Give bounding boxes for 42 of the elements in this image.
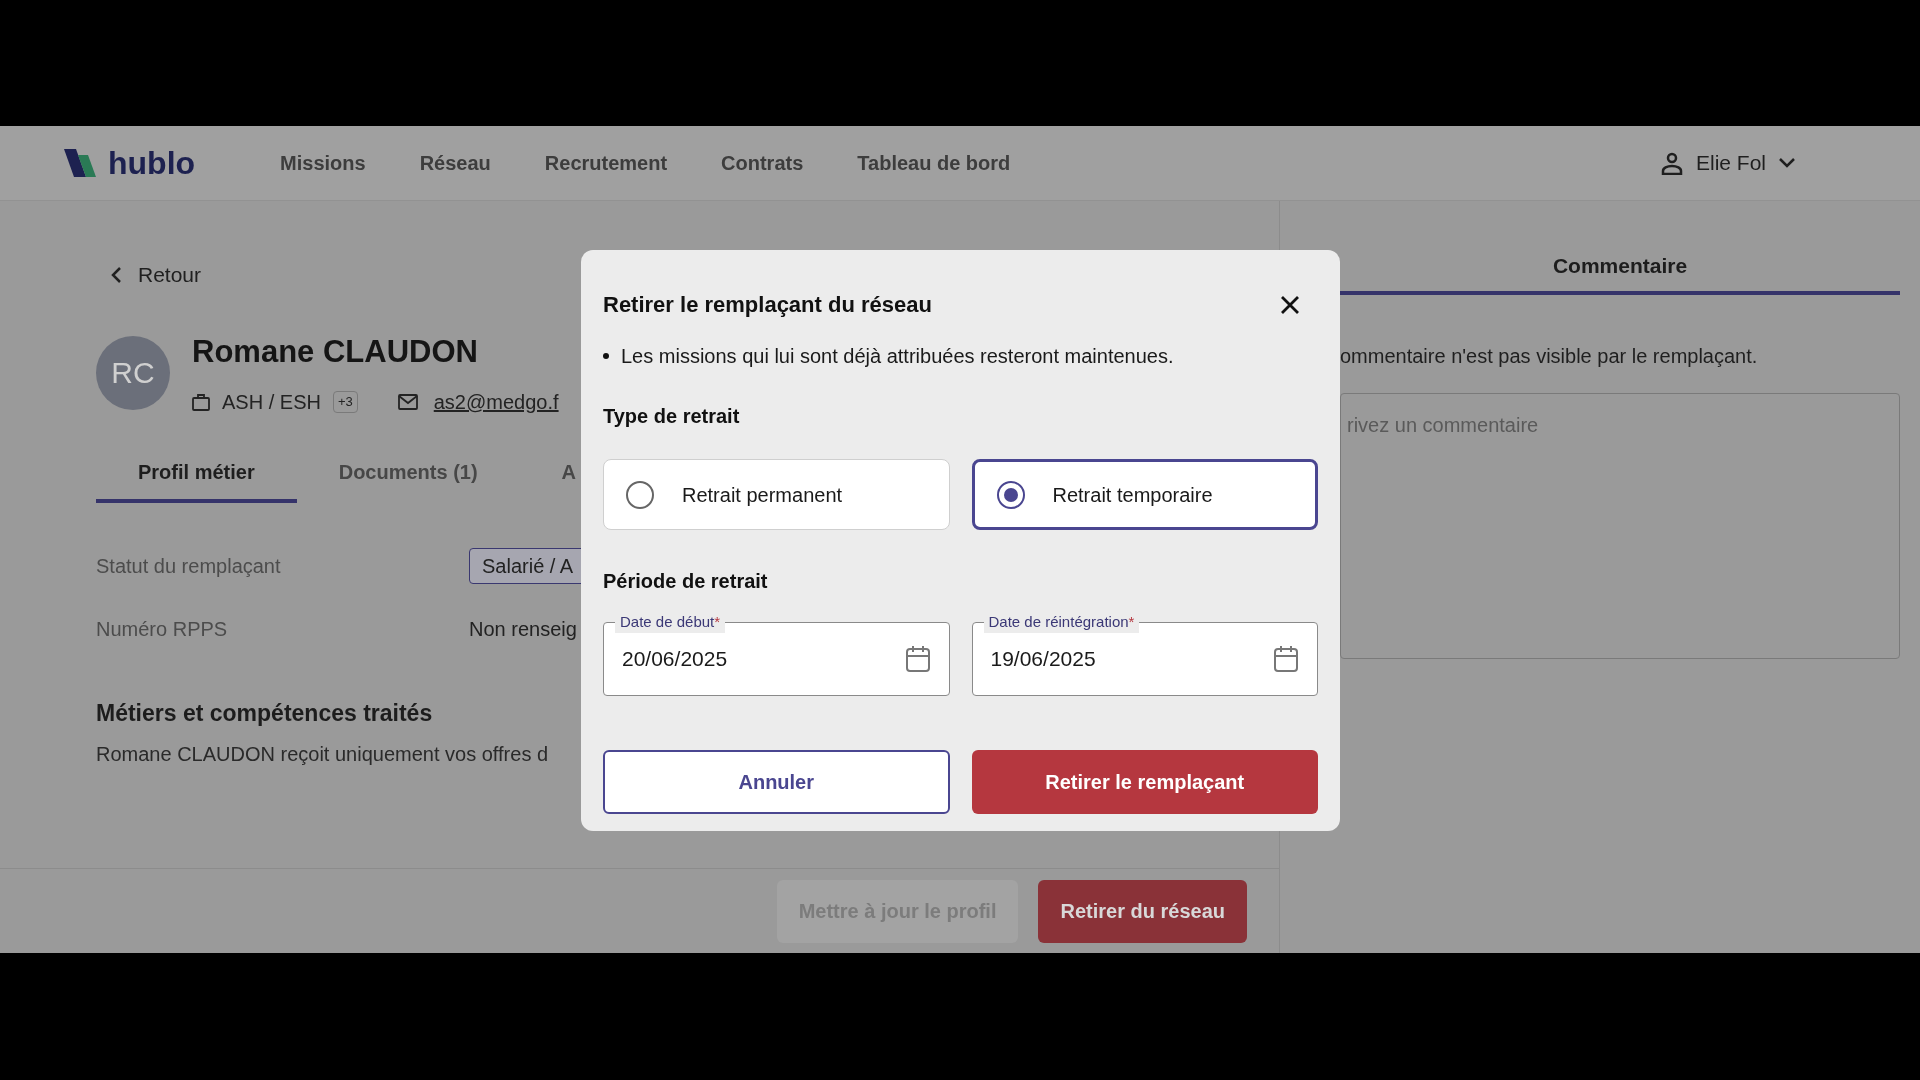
- radio-option[interactable]: Retrait temporaire: [971, 459, 1318, 530]
- comment-field[interactable]: rivez un commentaire: [1340, 393, 1900, 659]
- calendar-icon[interactable]: [1273, 645, 1299, 673]
- section-title: Métiers et compétences traités: [96, 699, 433, 728]
- back-link[interactable]: Retour: [110, 259, 1279, 291]
- type-label: Type de retrait: [603, 404, 741, 429]
- briefcase-icon: [192, 393, 210, 411]
- job-title: ASH / ESH: [222, 390, 321, 415]
- dialog-note: Les missions qui lui sont déjà attribuées resteront maintenues.: [621, 344, 1174, 369]
- profile-tab[interactable]: Profil métier: [96, 457, 297, 503]
- nav-link[interactable]: Recrutement: [544, 148, 668, 178]
- nav-link[interactable]: Réseau: [419, 148, 491, 178]
- dialog-title: Retirer le remplaçant du réseau: [603, 291, 932, 319]
- email-link[interactable]: as2@medgo.f: [433, 387, 559, 417]
- chevron-left-icon[interactable]: [110, 265, 122, 284]
- more-count: +3: [332, 391, 358, 413]
- nav-link[interactable]: Missions: [280, 148, 366, 178]
- profile-tab[interactable]: Documents (1): [296, 457, 520, 503]
- chevron-down-icon[interactable]: [1778, 157, 1796, 169]
- field-value: Non renseig: [469, 617, 577, 642]
- profile-name: Romane CLAUDON: [192, 332, 479, 371]
- comment-note: ommentaire n'est pas visible par le remplaçant.: [1340, 344, 1759, 369]
- radio-option[interactable]: Retrait permanent: [603, 459, 950, 530]
- comment-tab[interactable]: Commentaire: [1340, 241, 1900, 295]
- confirm-button[interactable]: Retirer le remplaçant: [971, 750, 1318, 814]
- date-value: 19/06/2025: [990, 646, 1096, 673]
- user-icon: [1659, 151, 1684, 175]
- field-label: Statut du remplaçant: [96, 554, 282, 579]
- period-label: Période de retrait: [603, 569, 769, 594]
- close-icon[interactable]: [1280, 294, 1300, 315]
- section-text: Romane CLAUDON reçoit uniquement vos offres d: [96, 741, 549, 767]
- user-name[interactable]: Elie Fol: [1695, 147, 1766, 179]
- date-value: 20/06/2025: [622, 646, 728, 673]
- cancel-button[interactable]: Annuler: [603, 750, 950, 814]
- calendar-icon[interactable]: [904, 645, 931, 673]
- field-label: Numéro RPPS: [96, 617, 229, 642]
- avatar: RC: [96, 335, 170, 410]
- logo-text: hublo: [108, 147, 196, 179]
- nav-link[interactable]: Contrats: [721, 148, 804, 178]
- nav-link[interactable]: Tableau de bord: [857, 148, 1011, 178]
- mail-icon: [397, 394, 418, 410]
- action-button[interactable]: Retirer du réseau: [1038, 879, 1247, 943]
